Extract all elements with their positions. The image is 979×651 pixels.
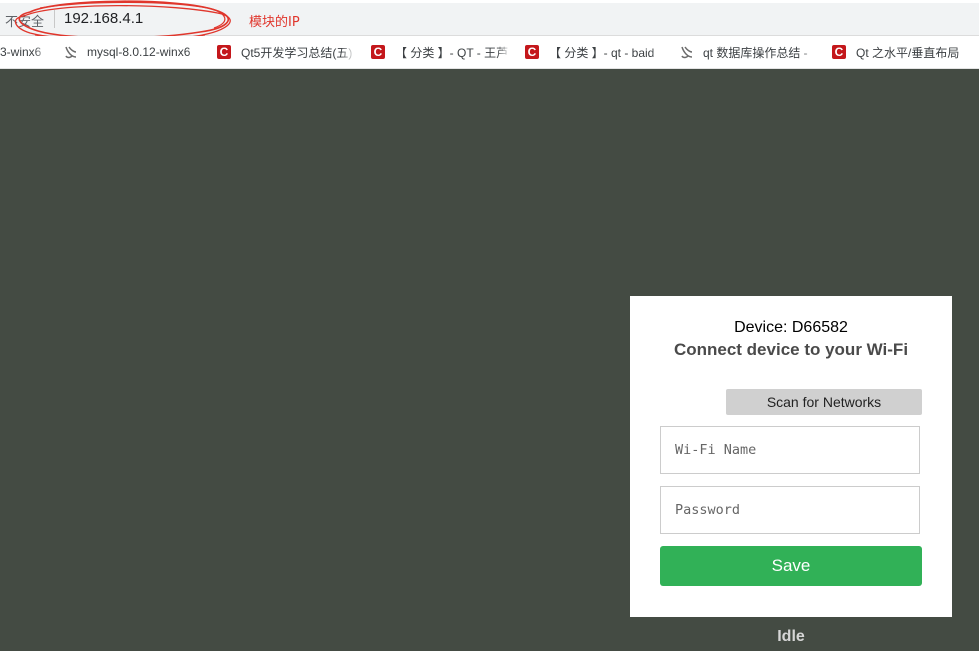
csdn-icon: C (217, 45, 231, 59)
bookmark-label: mysql-8.0.12-winx6 (87, 45, 191, 59)
bookmark-label: Qt5开发学习总结(五) (241, 45, 353, 60)
connect-subtitle: Connect device to your Wi-Fi (673, 340, 909, 359)
csdn-icon: C (832, 45, 846, 59)
csdn-icon: C (371, 45, 385, 59)
bookmarks-bar: 3-winx6 mysql-8.0.12-winx6 C Qt5开发学习总结(五… (0, 36, 979, 69)
bookmark-label: qt 数据库操作总结 - (703, 45, 808, 60)
save-button[interactable]: Save (660, 546, 922, 586)
wifi-name-field[interactable] (660, 426, 920, 474)
scan-networks-button[interactable]: Scan for Networks (726, 389, 922, 415)
security-indicator[interactable]: 不安全 (5, 11, 44, 30)
bookmark-item[interactable]: 3-winx6 (0, 43, 48, 61)
bookmark-label: Qt 之水平/垂直布局 (856, 45, 960, 60)
status-text: Idle (777, 628, 805, 645)
address-divider (54, 10, 55, 28)
url-text[interactable]: 192.168.4.1 (64, 10, 143, 27)
password-field[interactable] (660, 486, 920, 534)
annotation-label: 模块的IP (249, 15, 300, 30)
bookmark-item[interactable]: mysql-8.0.12-winx6 (63, 43, 201, 61)
bookmark-item[interactable]: qt 数据库操作总结 - (679, 43, 815, 61)
bookmark-item[interactable]: C 【 分类 】- QT - 王芦 (371, 43, 511, 61)
leaf-icon (681, 46, 693, 59)
csdn-icon: C (525, 45, 539, 59)
address-bar[interactable]: 不安全 192.168.4.1 (0, 3, 979, 36)
wifi-setup-card: Device: D66582 Connect device to your Wi… (630, 296, 952, 617)
bookmark-item[interactable]: C Qt 之水平/垂直布局 (832, 43, 979, 61)
bookmark-item[interactable]: C Qt5开发学习总结(五) (217, 43, 355, 61)
bookmark-item[interactable]: C 【 分类 】- qt - baid (525, 43, 665, 61)
leaf-icon (65, 46, 77, 59)
bookmark-label: 【 分类 】- qt - baid (549, 45, 655, 60)
device-title: Device: D66582 (734, 319, 848, 336)
bookmark-label: 【 分类 】- QT - 王芦 (395, 45, 509, 60)
